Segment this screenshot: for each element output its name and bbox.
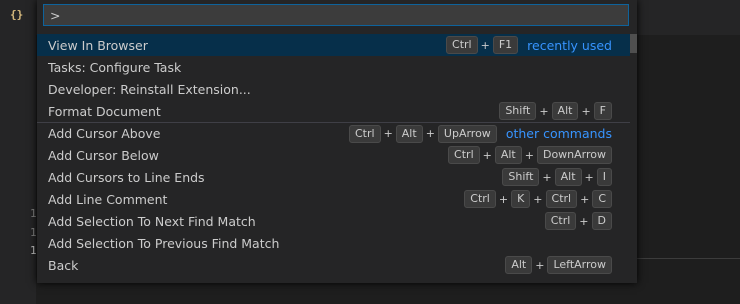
key-separator: + — [539, 104, 549, 118]
key-separator: + — [383, 127, 393, 140]
keybinding: Shift + Alt + I — [502, 168, 612, 186]
command-label: Add Selection To Previous Find Match — [48, 235, 280, 251]
key-cap: Ctrl — [448, 146, 480, 164]
key-cap: LeftArrow — [547, 256, 612, 274]
key-separator: + — [579, 214, 589, 228]
key-separator: + — [425, 127, 435, 140]
command-palette-input-box — [43, 4, 629, 26]
command-list: View In Browser Ctrl + F1 recently used Tasks… — [37, 34, 630, 276]
key-cap: Alt — [505, 256, 533, 274]
key-cap: Ctrl — [446, 36, 478, 54]
command-label: Tasks: Configure Task — [48, 59, 182, 75]
key-separator: + — [542, 170, 552, 184]
key-cap: Alt — [554, 168, 582, 186]
command-label: Format Document — [48, 103, 161, 119]
command-label: Add Cursor Below — [48, 147, 159, 163]
command-label: Add Cursor Above — [48, 126, 161, 141]
command-item[interactable]: Add Line Comment Ctrl + K + Ctrl + C — [37, 188, 630, 210]
command-palette: View In BrowserCtrl+F1recently usedTasks… — [37, 0, 637, 283]
command-label: Back — [48, 257, 79, 273]
key-cap: D — [591, 212, 612, 230]
key-separator: + — [580, 192, 590, 206]
key-cap: I — [596, 168, 612, 186]
key-separator: + — [498, 192, 509, 206]
key-cap: Ctrl — [544, 212, 577, 230]
key-cap: Ctrl — [464, 190, 496, 208]
key-cap: Ctrl — [545, 190, 578, 208]
key-cap: Alt — [551, 102, 579, 120]
command-input[interactable] — [44, 5, 628, 25]
key-cap: C — [592, 190, 612, 208]
command-item[interactable]: View In Browser Ctrl + F1 recently used — [37, 34, 630, 56]
key-cap: F — [593, 102, 612, 120]
command-group-label: other commands — [505, 126, 612, 141]
command-item[interactable]: Add Selection To Previous Find Match — [37, 232, 630, 254]
line-number: 1 — [30, 244, 37, 257]
command-item[interactable]: Add Cursor Above Ctrl + Alt + UpArrow other co… — [37, 122, 630, 144]
command-item[interactable]: Add Selection To Next Find Match Ctrl + D — [37, 210, 630, 232]
key-cap: DownArrow — [536, 146, 612, 164]
key-cap: Shift — [499, 102, 537, 120]
keybinding: Ctrl + F1 — [446, 36, 519, 54]
key-cap: Alt — [494, 146, 522, 164]
key-cap: Ctrl — [348, 124, 381, 143]
key-cap: K — [511, 190, 531, 208]
key-cap: F1 — [492, 36, 519, 54]
list-scrollbar[interactable] — [630, 34, 637, 53]
line-number: 1 — [30, 207, 37, 220]
editor-divider — [637, 258, 740, 259]
keybinding: Ctrl + Alt + UpArrow — [348, 124, 497, 143]
key-separator: + — [535, 258, 545, 272]
keybinding: Ctrl + D — [544, 212, 612, 230]
key-separator: + — [524, 148, 534, 162]
command-item[interactable]: Add Cursors to Line Ends Shift + Alt + I — [37, 166, 630, 188]
command-item[interactable]: Format Document Shift + Alt + F — [37, 100, 630, 122]
command-group-label: recently used — [527, 37, 612, 53]
keybinding: Ctrl + K + Ctrl + C — [464, 190, 612, 208]
key-cap: UpArrow — [437, 124, 497, 143]
command-label: Add Cursors to Line Ends — [48, 169, 205, 185]
keybinding: Ctrl + Alt + DownArrow — [448, 146, 612, 164]
json-file-icon: {} — [10, 8, 24, 21]
key-separator: + — [584, 170, 594, 184]
keybinding: Alt + LeftArrow — [505, 256, 612, 274]
command-item[interactable]: Developer: Reinstall Extension... — [37, 78, 630, 100]
command-item[interactable]: Tasks: Configure Task — [37, 56, 630, 78]
command-item[interactable]: Back Alt + LeftArrow — [37, 254, 630, 276]
command-label: Add Selection To Next Find Match — [48, 213, 256, 229]
key-cap: Shift — [502, 168, 540, 186]
editor-gutter-strip — [0, 0, 36, 304]
key-cap: Alt — [395, 124, 423, 143]
keybinding: Shift + Alt + F — [499, 102, 612, 120]
command-label: Add Line Comment — [48, 191, 168, 207]
command-item[interactable]: Add Cursor Below Ctrl + Alt + DownArrow — [37, 144, 630, 166]
key-separator: + — [480, 38, 490, 52]
line-number: 1 — [30, 226, 37, 239]
command-label: View In Browser — [48, 37, 148, 53]
key-separator: + — [482, 148, 492, 162]
key-separator: + — [533, 192, 543, 206]
key-separator: + — [581, 104, 591, 118]
command-label: Developer: Reinstall Extension... — [48, 81, 251, 97]
